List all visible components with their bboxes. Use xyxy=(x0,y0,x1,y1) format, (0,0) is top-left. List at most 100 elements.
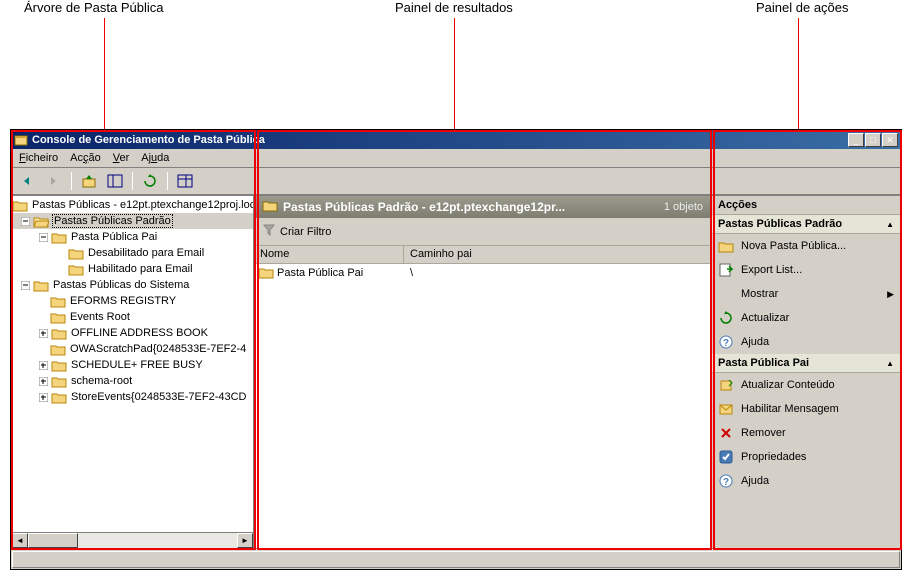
action-enable-message[interactable]: Habilitar Mensagem xyxy=(712,397,900,421)
menu-file[interactable]: Ficheiro xyxy=(19,152,58,164)
folder-new-icon xyxy=(718,238,734,254)
folder-icon xyxy=(33,278,49,292)
close-button[interactable]: ✕ xyxy=(882,133,898,147)
filter-bar[interactable]: Criar Filtro xyxy=(254,218,711,246)
actions-panel: Acções Pastas Públicas Padrão▲ Nova Past… xyxy=(712,195,901,549)
svg-text:?: ? xyxy=(723,338,729,349)
folder-icon xyxy=(51,358,67,372)
collapse-icon[interactable] xyxy=(20,216,31,227)
maximize-button[interactable]: □ xyxy=(865,133,881,147)
toolbar xyxy=(11,168,901,195)
tree-oab[interactable]: OFFLINE ADDRESS BOOK xyxy=(12,325,253,341)
scroll-thumb[interactable] xyxy=(28,533,78,548)
folder-icon xyxy=(51,230,67,244)
expand-icon[interactable] xyxy=(38,328,49,339)
action-update-content[interactable]: Atualizar Conteúdo xyxy=(712,373,900,397)
label-results: Painel de resultados xyxy=(395,0,513,15)
folder-icon xyxy=(258,266,274,280)
menu-view[interactable]: Ver xyxy=(113,152,130,164)
folder-icon xyxy=(50,294,66,308)
folder-icon xyxy=(51,326,67,340)
tree-enabled-email[interactable]: Habilitado para Email xyxy=(12,261,253,277)
tree-store[interactable]: StoreEvents{0248533E-7EF2-43CD xyxy=(12,389,253,405)
tree-parent-folder[interactable]: Pasta Pública Pai xyxy=(12,229,253,245)
folder-icon xyxy=(262,199,278,215)
results-header: Pastas Públicas Padrão - e12pt.ptexchang… xyxy=(254,196,711,218)
action-help2[interactable]: ? Ajuda xyxy=(712,469,900,493)
results-panel: Pastas Públicas Padrão - e12pt.ptexchang… xyxy=(254,195,712,549)
actions-section-parent[interactable]: Pasta Pública Pai▲ xyxy=(712,354,900,373)
results-columns: Nome Caminho pai xyxy=(254,246,711,264)
delete-icon xyxy=(718,425,734,441)
collapse-icon: ▲ xyxy=(886,359,894,368)
tree-default-folders[interactable]: Pastas Públicas Padrão xyxy=(12,213,253,229)
action-help[interactable]: ? Ajuda xyxy=(712,330,900,354)
tree-owa[interactable]: OWAScratchPad{0248533E-7EF2-4 xyxy=(12,341,253,357)
col-name[interactable]: Nome xyxy=(254,246,404,263)
filter-icon xyxy=(262,223,276,240)
menubar: Ficheiro Acção Ver Ajuda xyxy=(11,149,901,168)
tree-schema[interactable]: schema-root xyxy=(12,373,253,389)
app-icon xyxy=(14,133,28,147)
tree-eforms[interactable]: EFORMS REGISTRY xyxy=(12,293,253,309)
action-new-folder[interactable]: Nova Pasta Pública... xyxy=(712,234,900,258)
folder-icon xyxy=(51,374,67,388)
folder-open-icon xyxy=(33,214,49,228)
tree-panel: Pastas Públicas - e12pt.ptexchange12proj… xyxy=(11,195,254,549)
refresh-icon xyxy=(718,310,734,326)
collapse-icon[interactable] xyxy=(38,232,49,243)
action-remove[interactable]: Remover xyxy=(712,421,900,445)
menu-action[interactable]: Acção xyxy=(70,152,101,164)
minimize-button[interactable]: _ xyxy=(848,133,864,147)
main-window: Console de Gerenciamento de Pasta Públic… xyxy=(10,129,902,570)
collapse-icon: ▲ xyxy=(886,220,894,229)
actions-section-default[interactable]: Pastas Públicas Padrão▲ xyxy=(712,215,900,234)
svg-text:?: ? xyxy=(723,477,729,488)
folder-icon xyxy=(68,262,84,276)
tree-system-folders[interactable]: Pastas Públicas do Sistema xyxy=(12,277,253,293)
window-title: Console de Gerenciamento de Pasta Públic… xyxy=(32,134,848,146)
folder-icon xyxy=(50,310,66,324)
back-button[interactable] xyxy=(17,171,39,191)
action-export[interactable]: Export List... xyxy=(712,258,900,282)
refresh-button[interactable] xyxy=(139,171,161,191)
expand-icon[interactable] xyxy=(38,392,49,403)
update-icon xyxy=(718,377,734,393)
titlebar: Console de Gerenciamento de Pasta Públic… xyxy=(11,130,901,149)
scroll-right-button[interactable]: ► xyxy=(237,533,253,548)
export-icon xyxy=(718,262,734,278)
label-tree: Árvore de Pasta Pública xyxy=(24,0,163,15)
forward-button[interactable] xyxy=(43,171,65,191)
menu-help[interactable]: Ajuda xyxy=(141,152,169,164)
object-count: 1 objeto xyxy=(664,201,703,213)
result-row[interactable]: Pasta Pública Pai \ xyxy=(254,264,711,281)
col-path[interactable]: Caminho pai xyxy=(404,246,711,263)
help-icon: ? xyxy=(718,473,734,489)
actions-title: Acções xyxy=(712,196,900,215)
tree-disabled-email[interactable]: Desabilitado para Email xyxy=(12,245,253,261)
submenu-arrow-icon: ▶ xyxy=(887,289,894,300)
action-refresh[interactable]: Actualizar xyxy=(712,306,900,330)
collapse-icon[interactable] xyxy=(20,280,31,291)
mail-enable-icon xyxy=(718,401,734,417)
action-properties[interactable]: Propriedades xyxy=(712,445,900,469)
folder-icon xyxy=(12,198,28,212)
show-hide-button[interactable] xyxy=(104,171,126,191)
label-actions: Painel de ações xyxy=(756,0,849,15)
properties-button[interactable] xyxy=(174,171,196,191)
tree-scrollbar[interactable]: ◄ ► xyxy=(12,532,253,548)
action-show[interactable]: Mostrar ▶ xyxy=(712,282,900,306)
expand-icon[interactable] xyxy=(38,376,49,387)
folder-icon xyxy=(50,342,66,356)
properties-icon xyxy=(718,449,734,465)
folder-icon xyxy=(68,246,84,260)
tree-events[interactable]: Events Root xyxy=(12,309,253,325)
tree-root[interactable]: Pastas Públicas - e12pt.ptexchange12proj… xyxy=(12,197,253,213)
help-icon: ? xyxy=(718,334,734,350)
expand-icon[interactable] xyxy=(38,360,49,371)
statusbar xyxy=(11,549,901,569)
tree-schedule[interactable]: SCHEDULE+ FREE BUSY xyxy=(12,357,253,373)
folder-icon xyxy=(51,390,67,404)
up-button[interactable] xyxy=(78,171,100,191)
scroll-left-button[interactable]: ◄ xyxy=(12,533,28,548)
